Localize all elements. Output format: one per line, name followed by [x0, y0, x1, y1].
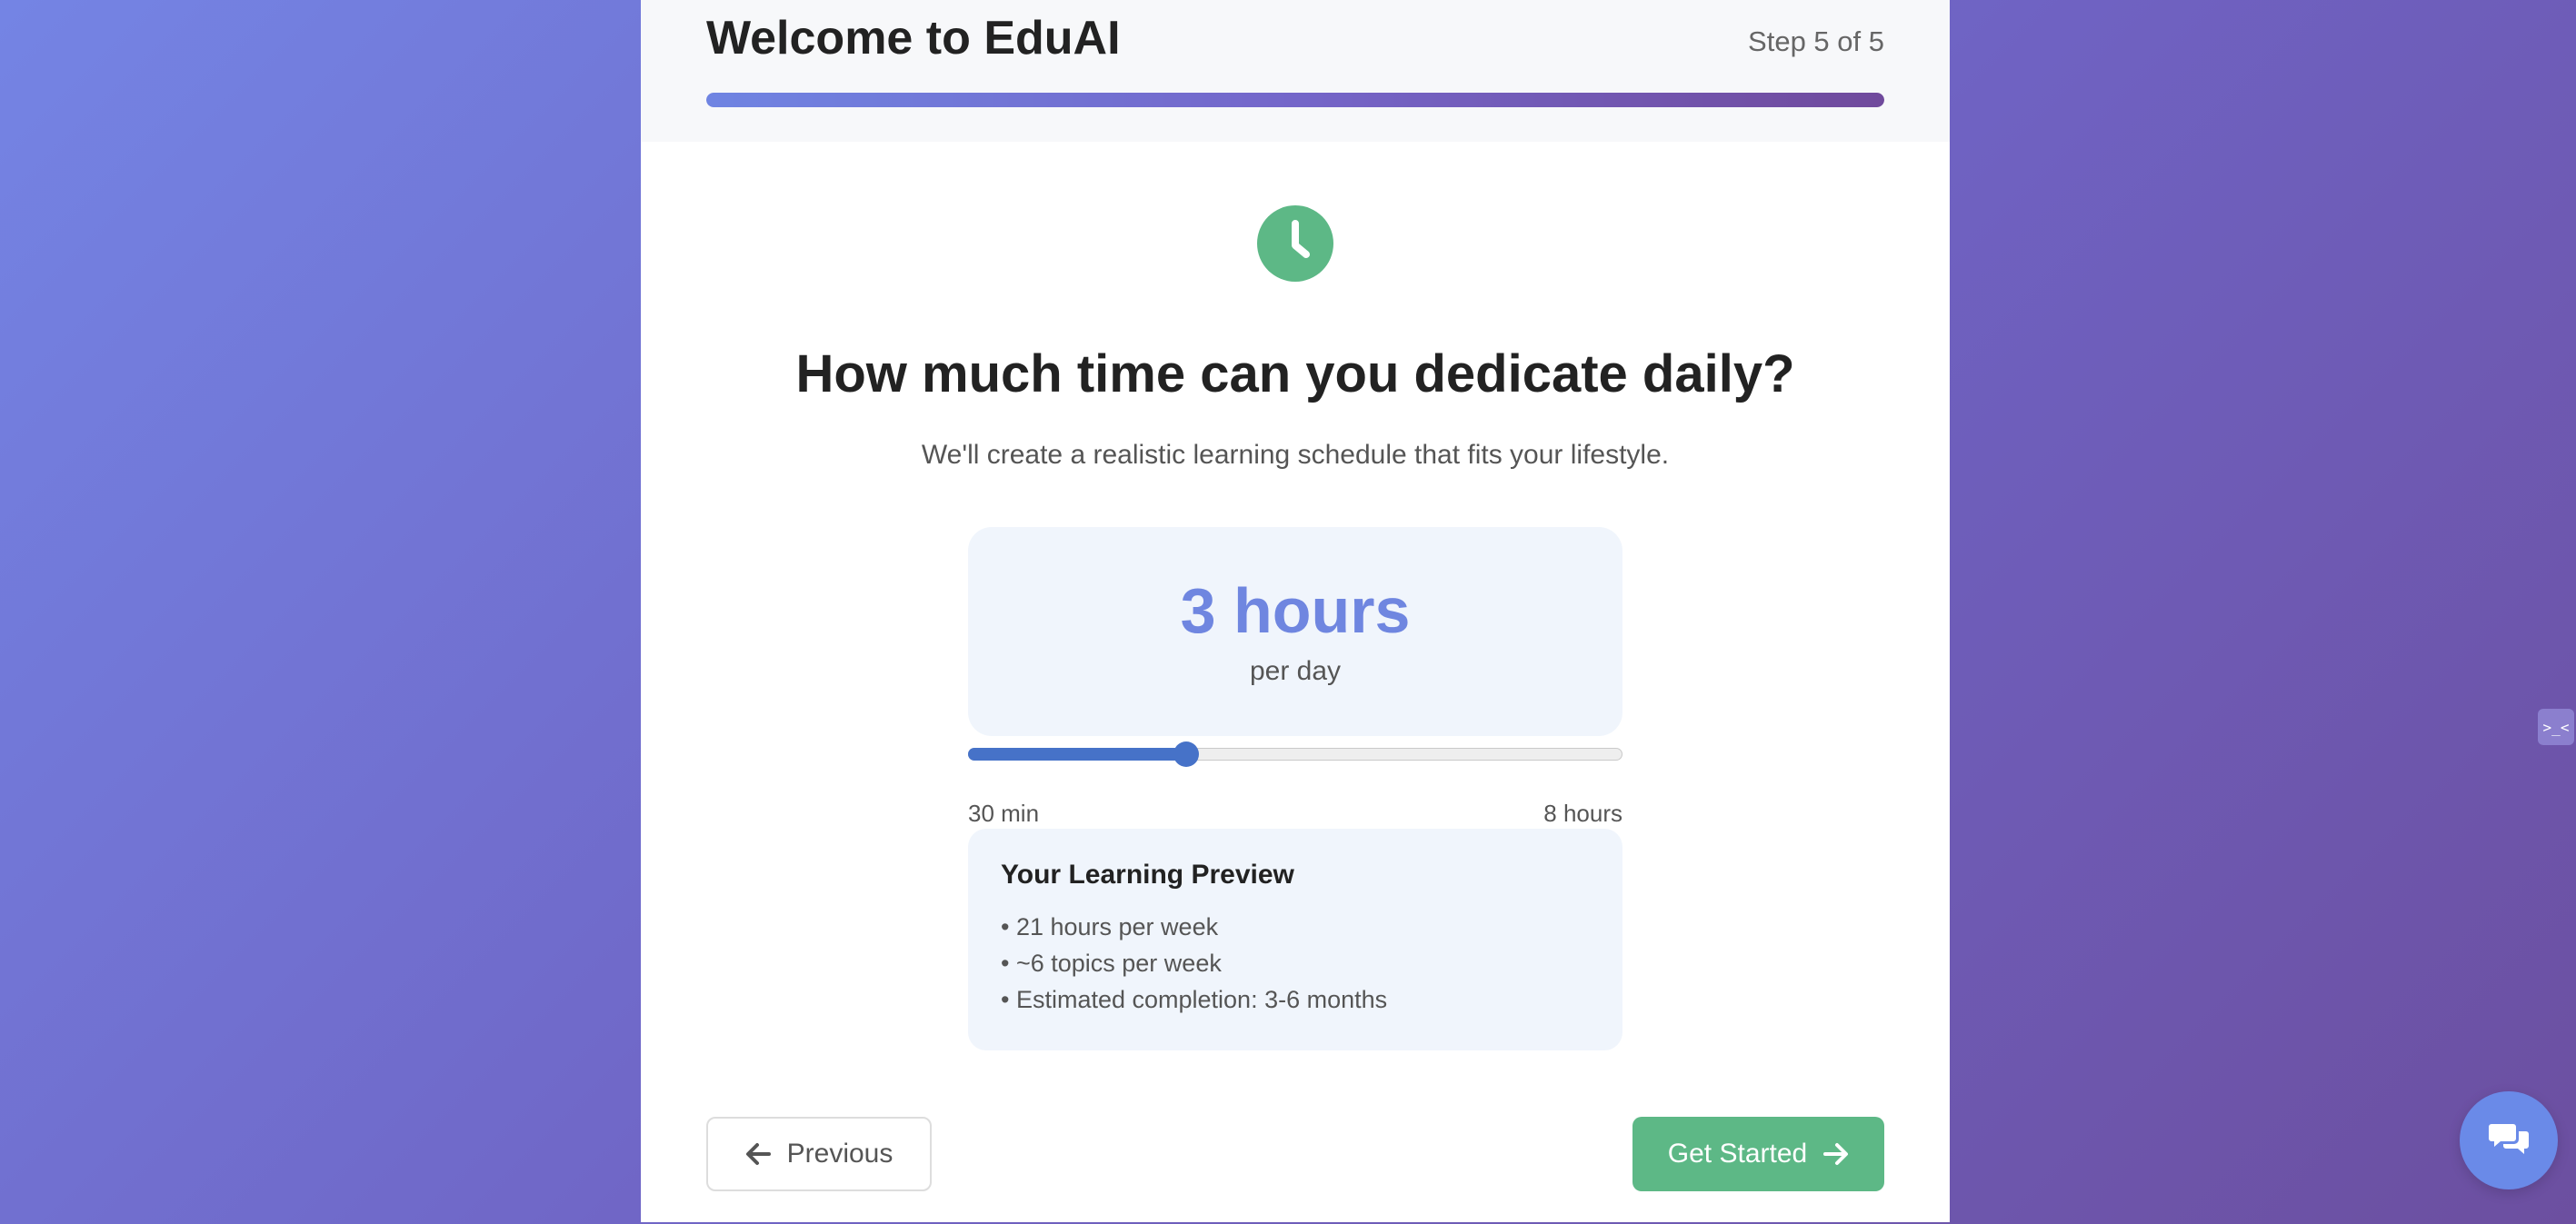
get-started-button[interactable]: Get Started	[1632, 1117, 1884, 1191]
chat-button[interactable]	[2460, 1091, 2558, 1189]
step-indicator: Step 5 of 5	[1748, 25, 1884, 57]
slider-fill	[968, 748, 1186, 761]
clock-icon	[1257, 205, 1333, 282]
preview-list: • 21 hours per week • ~6 topics per week…	[1001, 909, 1387, 1018]
app-title: Welcome to EduAI	[706, 12, 1121, 65]
time-unit: per day	[1249, 656, 1342, 686]
preview-item: • Estimated completion: 3-6 months	[1001, 986, 1388, 1013]
previous-button[interactable]: Previous	[706, 1117, 932, 1191]
chat-bubbles-icon	[2488, 1120, 2530, 1161]
preview-title: Your Learning Preview	[1001, 860, 1294, 890]
side-panel-handle[interactable]: >_<	[2538, 709, 2574, 745]
card-header: Welcome to EduAI Step 5 of 5	[641, 0, 1950, 142]
preview-item: • ~6 topics per week	[1001, 950, 1222, 977]
page-subtitle: We'll create a realistic learning schedu…	[921, 440, 1670, 470]
slider-thumb[interactable]	[1173, 741, 1199, 767]
get-started-button-label: Get Started	[1667, 1139, 1808, 1169]
onboarding-card: Welcome to EduAI Step 5 of 5 How much ti…	[641, 0, 1950, 1222]
time-value: 3 hours	[1180, 575, 1411, 646]
progress-bar-fill	[706, 93, 1884, 107]
arrow-right-icon	[1823, 1142, 1849, 1166]
daily-time-slider[interactable]	[968, 741, 1622, 767]
slider-min-label: 30 min	[968, 800, 1040, 827]
preview-item: • 21 hours per week	[1001, 913, 1219, 940]
arrow-left-icon	[745, 1142, 771, 1166]
time-display: 3 hours per day	[968, 527, 1622, 736]
learning-preview: Your Learning Preview • 21 hours per wee…	[968, 829, 1622, 1050]
previous-button-label: Previous	[786, 1139, 894, 1169]
slider-max-label: 8 hours	[1543, 800, 1622, 827]
progress-bar	[706, 93, 1884, 107]
page-question: How much time can you dedicate daily?	[795, 344, 1795, 403]
